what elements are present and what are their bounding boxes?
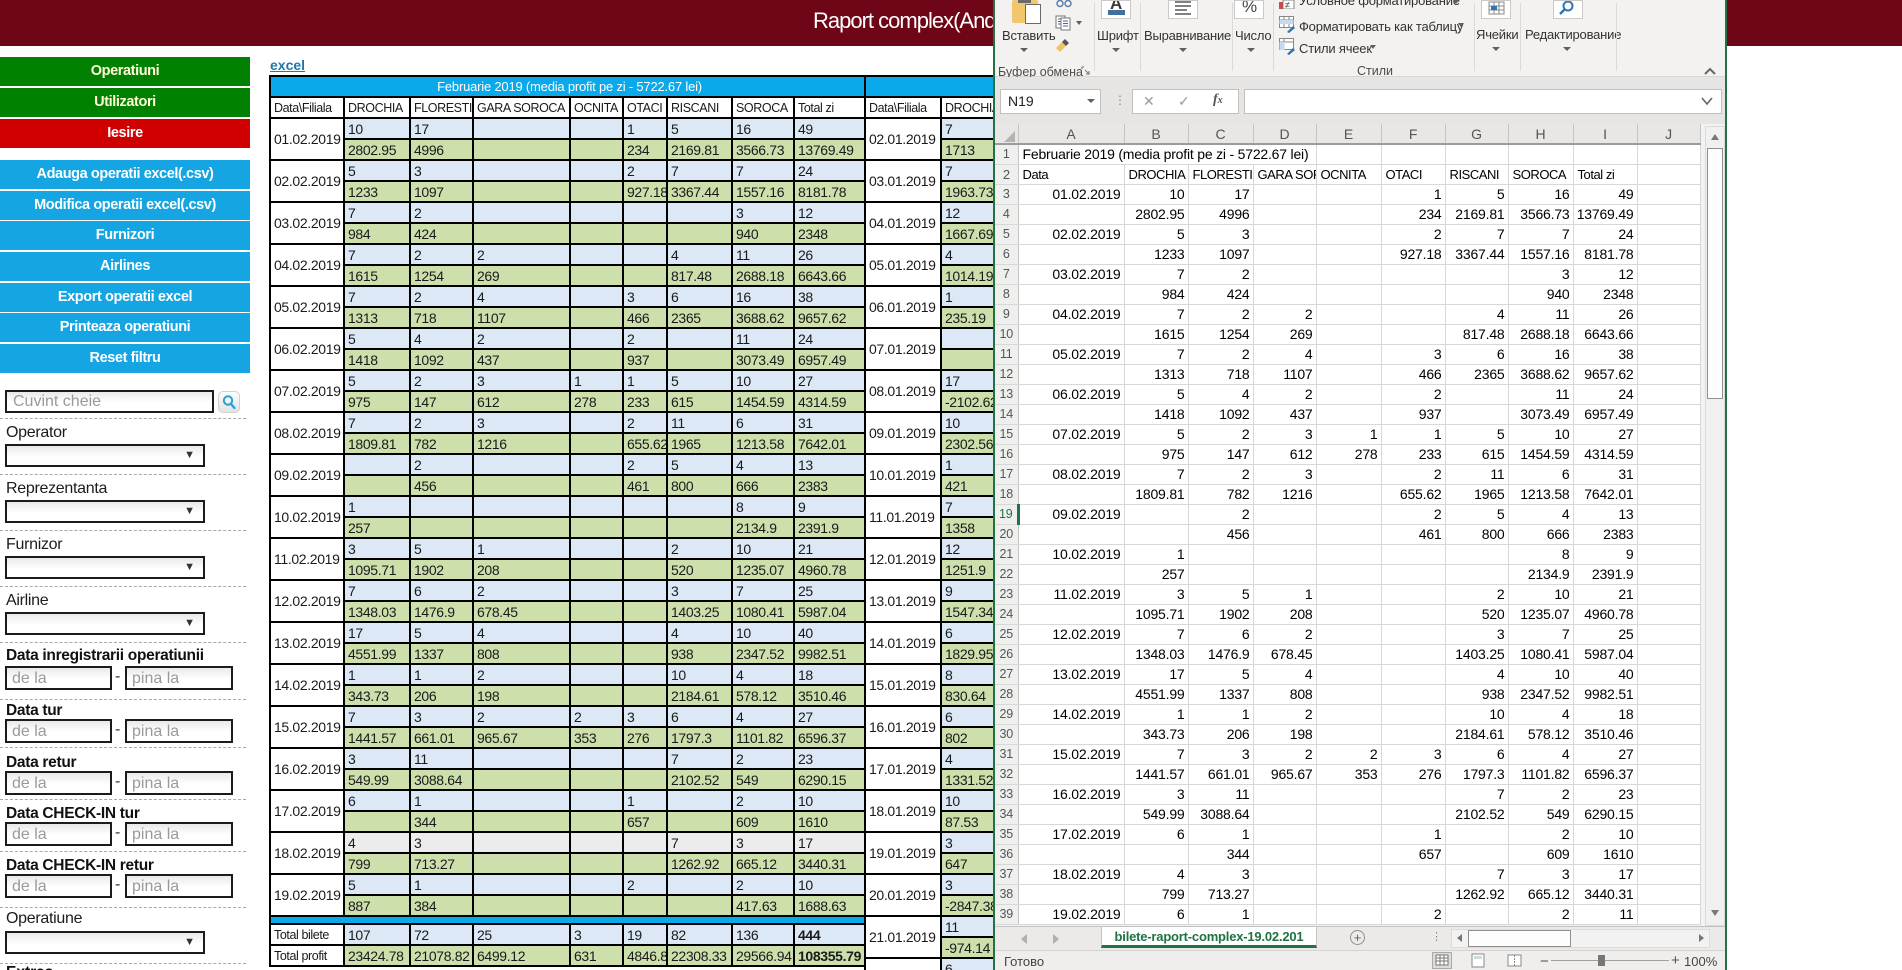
- svg-text:≠: ≠: [1285, 0, 1290, 9]
